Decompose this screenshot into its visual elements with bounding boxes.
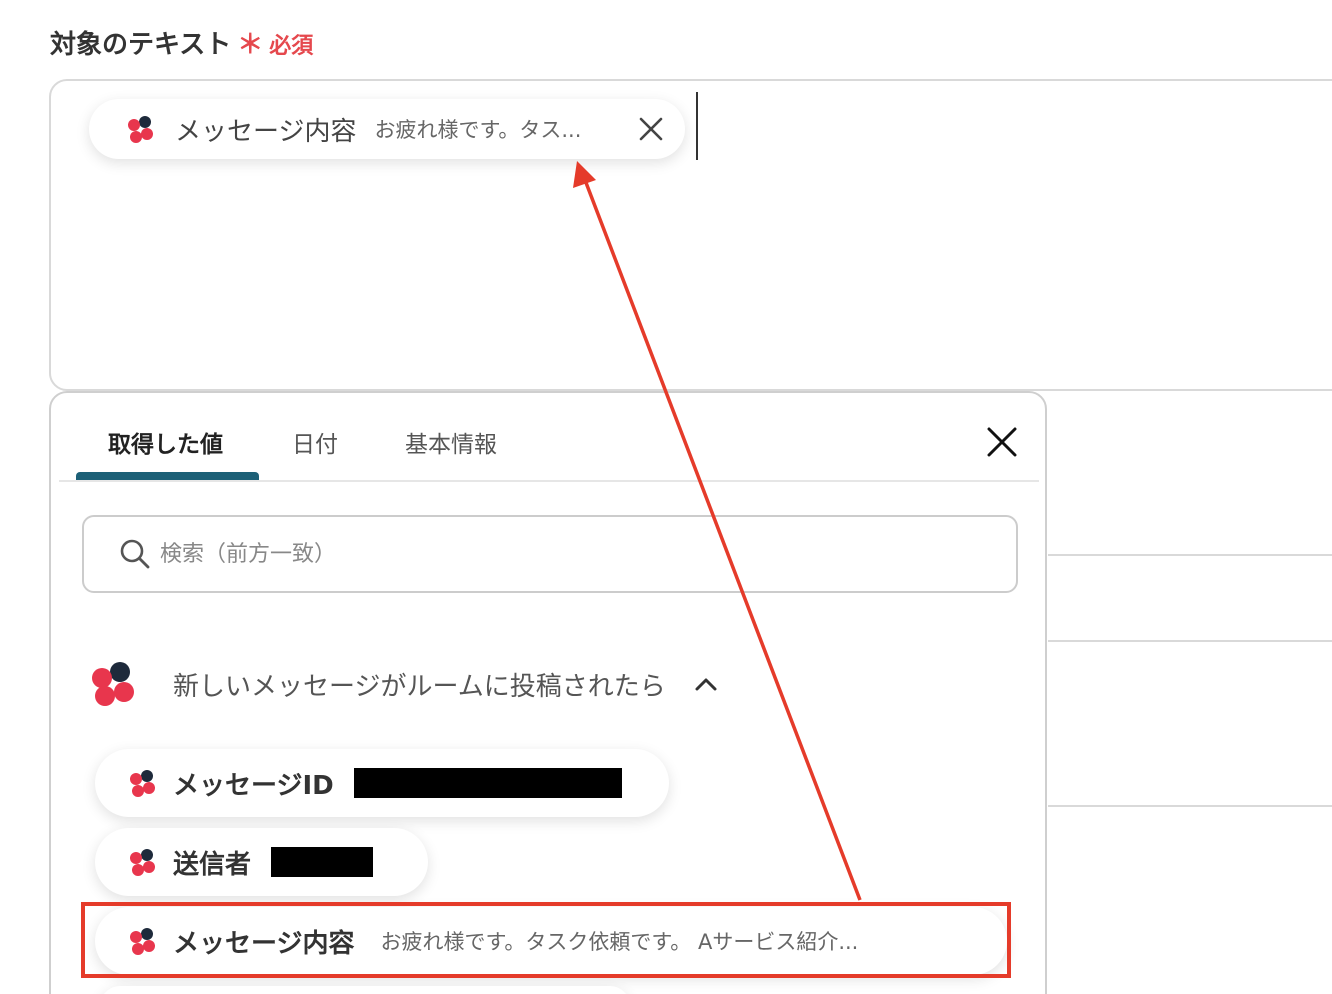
- background-divider: [1048, 554, 1332, 556]
- active-tab-indicator: [76, 472, 259, 480]
- tab-basic-info[interactable]: 基本情報: [405, 425, 497, 459]
- item-name: メッセージ内容: [173, 928, 355, 959]
- search-icon: [120, 539, 150, 569]
- required-asterisk: ＊: [237, 30, 264, 60]
- list-item-message-id[interactable]: メッセージID: [95, 749, 669, 817]
- field-label: 対象のテキスト ＊ 必須: [50, 24, 313, 61]
- item-name: メッセージID: [173, 770, 334, 801]
- list-item-message-content[interactable]: メッセージ内容 お疲れ様です。タスク依頼です。 Aサービス紹介...: [95, 907, 1007, 975]
- required-text: 必須: [269, 34, 314, 59]
- app-logo-icon: [130, 928, 155, 955]
- app-logo-icon: [128, 116, 153, 143]
- search-input[interactable]: [158, 540, 962, 568]
- chevron-up-icon[interactable]: [692, 670, 720, 698]
- close-icon[interactable]: [984, 424, 1020, 460]
- redacted-value: [353, 768, 622, 798]
- tab-date[interactable]: 日付: [292, 425, 338, 459]
- trigger-group-header[interactable]: 新しいメッセージがルームに投稿されたら: [89, 659, 720, 709]
- list-item-sender[interactable]: 送信者: [95, 828, 428, 896]
- background-divider: [1048, 640, 1332, 642]
- tab-acquired-values[interactable]: 取得した値: [108, 425, 223, 459]
- variable-picker-panel: 取得した値 日付 基本情報 新しいメッセージがルー: [49, 391, 1047, 994]
- app-logo-icon: [130, 770, 155, 797]
- list-item[interactable]: [100, 986, 630, 994]
- redacted-value: [271, 847, 374, 877]
- tab-bar: 取得した値 日付 基本情報: [51, 393, 1045, 482]
- item-name: 送信者: [173, 849, 252, 880]
- group-title: 新しいメッセージがルームに投稿されたら: [173, 671, 666, 702]
- chip-name: メッセージ内容: [175, 116, 357, 147]
- selected-variable-chip[interactable]: メッセージ内容 お疲れ様です。タス...: [89, 99, 685, 159]
- app-logo-icon: [130, 849, 155, 876]
- tabs-divider: [59, 480, 1039, 482]
- search-box[interactable]: [82, 515, 1018, 593]
- app-logo-icon: [92, 662, 134, 706]
- page: 対象のテキスト ＊ 必須 メッセージ内容 お疲れ様です。タス... 取得した値 …: [0, 0, 1332, 994]
- close-icon[interactable]: [635, 113, 667, 145]
- field-label-text: 対象のテキスト: [50, 30, 232, 60]
- background-divider: [1048, 805, 1332, 807]
- chip-preview: お疲れ様です。タス...: [374, 118, 582, 142]
- item-preview: お疲れ様です。タスク依頼です。 Aサービス紹介...: [380, 930, 859, 954]
- text-caret: [696, 92, 698, 160]
